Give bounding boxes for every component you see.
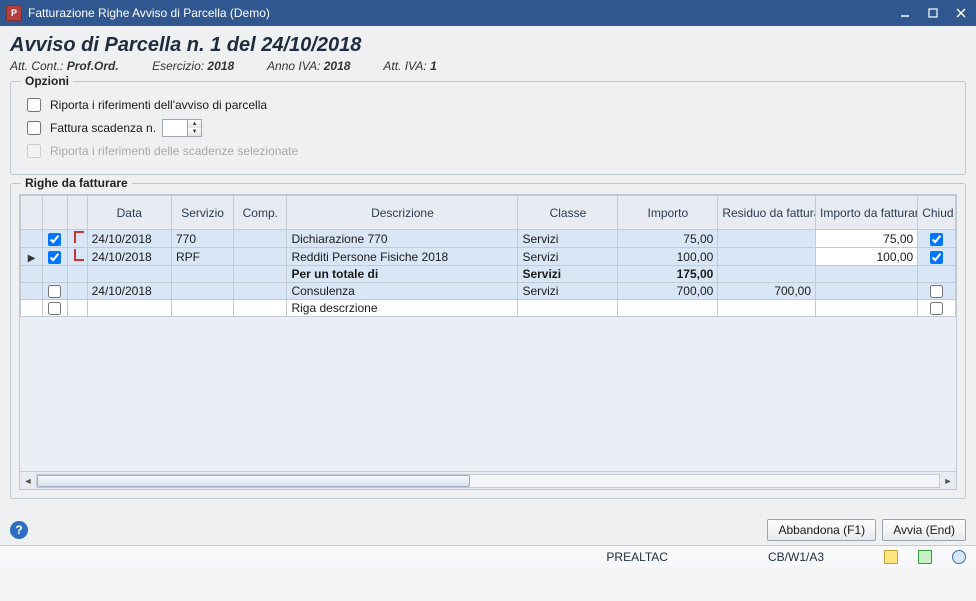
table-row[interactable]: 24/10/2018770Dichiarazione 770Servizi75,… <box>21 230 956 248</box>
col-servizio[interactable]: Servizio <box>172 196 234 230</box>
table-row[interactable]: Per un totale diServizi175,00 <box>21 266 956 283</box>
chiudi-checkbox[interactable] <box>930 302 943 315</box>
status-left: PREALTAC <box>606 550 668 564</box>
help-icon[interactable]: ? <box>10 521 28 539</box>
att-iva-label: Att. IVA: <box>383 59 426 73</box>
col-comp[interactable]: Comp. <box>234 196 287 230</box>
scadenza-number-spinner[interactable]: ▲▼ <box>162 119 202 137</box>
chiudi-checkbox[interactable] <box>930 285 943 298</box>
titlebar: P Fatturazione Righe Avviso di Parcella … <box>0 0 976 26</box>
status-icon-1[interactable] <box>884 550 898 564</box>
table-row[interactable]: ▶24/10/2018RPFRedditi Persone Fisiche 20… <box>21 248 956 266</box>
maximize-button[interactable] <box>924 4 942 22</box>
righe-group: Righe da fatturare Data <box>10 183 966 499</box>
col-classe[interactable]: Classe <box>518 196 618 230</box>
app-icon: P <box>6 5 22 21</box>
statusbar: PREALTAC CB/W1/A3 <box>0 545 976 567</box>
row-checkbox[interactable] <box>48 285 61 298</box>
close-button[interactable] <box>952 4 970 22</box>
esercizio-label: Esercizio: <box>152 59 204 73</box>
chiudi-checkbox[interactable] <box>930 251 943 264</box>
col-importo[interactable]: Importo <box>618 196 718 230</box>
fattura-scadenza-checkbox[interactable] <box>27 121 41 135</box>
opzioni-legend: Opzioni <box>21 74 73 88</box>
riporta-scadenze-label: Riporta i riferimenti delle scadenze sel… <box>50 144 298 158</box>
col-residuo[interactable]: Residuo da fatturare <box>718 196 816 230</box>
col-importo-fatt[interactable]: Importo da fatturare <box>816 196 918 230</box>
status-right: CB/W1/A3 <box>768 550 824 564</box>
status-icon-3[interactable] <box>952 550 966 564</box>
att-iva-value: 1 <box>430 59 437 73</box>
row-checkbox[interactable] <box>48 233 61 246</box>
row-checkbox[interactable] <box>48 251 61 264</box>
anno-iva-value: 2018 <box>324 59 351 73</box>
page-subtitle: Att. Cont.: Prof.Ord. Esercizio: 2018 An… <box>10 59 966 73</box>
table-row[interactable]: Riga descrzione <box>21 300 956 317</box>
table-row[interactable]: 24/10/2018ConsulenzaServizi700,00700,00 <box>21 283 956 300</box>
chiudi-checkbox[interactable] <box>930 233 943 246</box>
esercizio-value: 2018 <box>207 59 234 73</box>
att-cont-value: Prof.Ord. <box>67 59 119 73</box>
abbandona-button[interactable]: Abbandona (F1) <box>767 519 876 541</box>
footer: ? Abbandona (F1) Avvia (End) <box>0 511 976 545</box>
att-cont-label: Att. Cont.: <box>10 59 63 73</box>
row-checkbox[interactable] <box>48 302 61 315</box>
opzioni-group: Opzioni Riporta i riferimenti dell'avvis… <box>10 81 966 175</box>
anno-iva-label: Anno IVA: <box>267 59 320 73</box>
col-descrizione[interactable]: Descrizione <box>287 196 518 230</box>
righe-legend: Righe da fatturare <box>21 176 132 190</box>
fattura-scadenza-label: Fattura scadenza n. <box>50 121 156 135</box>
col-chiudi[interactable]: Chiud <box>918 196 956 230</box>
riporta-riferimenti-checkbox[interactable] <box>27 98 41 112</box>
window-title: Fatturazione Righe Avviso di Parcella (D… <box>28 6 896 20</box>
riporta-scadenze-checkbox <box>27 144 41 158</box>
status-icon-2[interactable] <box>918 550 932 564</box>
page-title: Avviso di Parcella n. 1 del 24/10/2018 <box>10 34 966 57</box>
col-data[interactable]: Data <box>87 196 171 230</box>
table-header-row: Data Servizio Comp. Descrizione Classe I… <box>21 196 956 230</box>
riporta-riferimenti-label: Riporta i riferimenti dell'avviso di par… <box>50 98 267 112</box>
avvia-button[interactable]: Avvia (End) <box>882 519 966 541</box>
minimize-button[interactable] <box>896 4 914 22</box>
righe-table: Data Servizio Comp. Descrizione Classe I… <box>19 194 957 490</box>
horizontal-scrollbar[interactable]: ◄ ► <box>20 471 956 489</box>
